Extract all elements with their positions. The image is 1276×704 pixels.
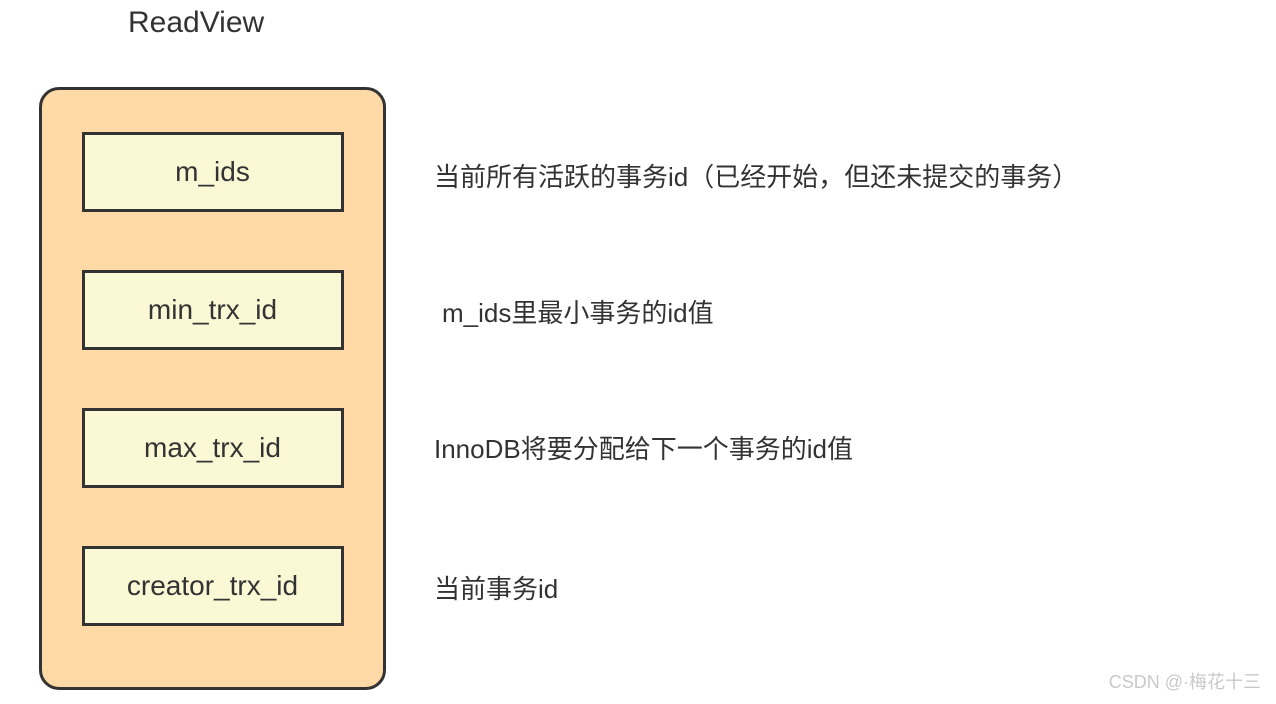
field-max-trx-id: max_trx_id [82,408,344,488]
field-description: InnoDB将要分配给下一个事务的id值 [434,429,853,466]
field-label: max_trx_id [144,432,281,464]
watermark-text: CSDN @·梅花十三 [1109,668,1261,694]
readview-container: m_ids min_trx_id max_trx_id creator_trx_… [39,87,386,690]
field-m-ids: m_ids [82,132,344,212]
field-min-trx-id: min_trx_id [82,270,344,350]
field-description: 当前所有活跃的事务id（已经开始，但还未提交的事务） [434,157,1078,194]
field-label: m_ids [175,156,250,188]
diagram-title: ReadView [128,6,264,40]
field-description: 当前事务id [434,569,558,606]
field-label: creator_trx_id [127,570,298,602]
field-label: min_trx_id [148,294,277,326]
field-creator-trx-id: creator_trx_id [82,546,344,626]
field-description: m_ids里最小事务的id值 [442,293,714,330]
